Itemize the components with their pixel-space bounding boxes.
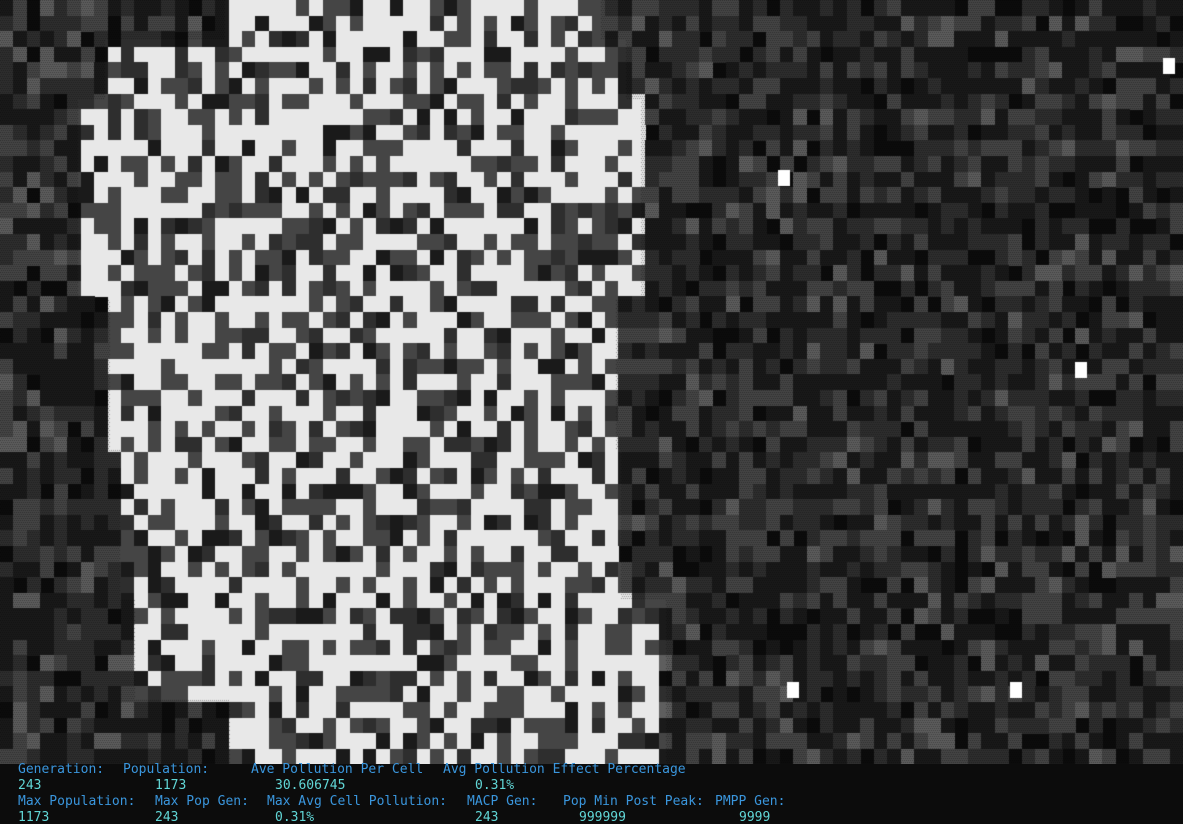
max-avg-cell-pollution-label: Max Avg Cell Pollution: [267, 794, 448, 809]
population-label: Population: [123, 762, 210, 777]
avg-effect-label: Avg Pollution Effect Percentage [443, 762, 686, 777]
game-of-life-grid [0, 0, 1183, 764]
terminal-window: Generation: Population: Ave Pollution Pe… [0, 0, 1183, 824]
max-population-label: Max Population: [18, 794, 136, 809]
ave-pollution-value: 30.606745 [275, 778, 346, 793]
ave-pollution-label: Ave Pollution Per Cell [251, 762, 424, 777]
stats-panel: Generation: Population: Ave Pollution Pe… [0, 762, 1183, 824]
max-avg-cell-pollution-value: 0.31% [275, 810, 315, 824]
macp-gen-label: MACP Gen: [467, 794, 538, 809]
macp-gen-value: 243 [475, 810, 499, 824]
generation-value: 243 [18, 778, 42, 793]
generation-label: Generation: [18, 762, 105, 777]
max-pop-gen-value: 243 [155, 810, 179, 824]
pop-min-post-peak-label: Pop Min Post Peak: [563, 794, 704, 809]
max-pop-gen-label: Max Pop Gen: [155, 794, 249, 809]
avg-effect-value: 0.31% [475, 778, 515, 793]
max-population-value: 1173 [18, 810, 50, 824]
pop-min-post-peak-value: 999999 [579, 810, 626, 824]
pmpp-gen-value: 9999 [739, 810, 771, 824]
population-value: 1173 [155, 778, 187, 793]
pmpp-gen-label: PMPP Gen: [715, 794, 786, 809]
